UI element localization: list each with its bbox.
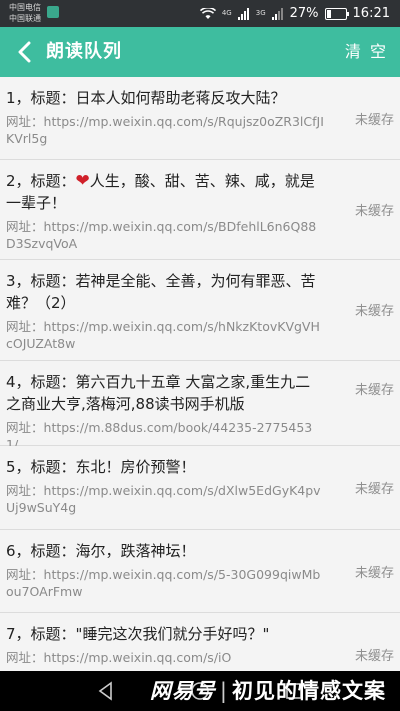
signal-2-icon [271,7,283,20]
url-label: 网址： [6,319,44,334]
item-title: 1，标题：日本人如何帮助老蒋反攻大陆？ [6,89,286,107]
item-title: 5，标题：东北！房价预警！ [6,458,196,476]
cache-status: 未缓存 [354,304,394,319]
item-title: 3，标题：若神是全能、全善，为何有罪恶、苦难？（2） [6,272,316,312]
item-url: 网址：https://mp.weixin.qq.com/s/iO [6,649,324,666]
url-label: 网址： [6,420,44,435]
reading-queue-list[interactable]: 1，标题：日本人如何帮助老蒋反攻大陆？ 网址：https://mp.weixin… [0,77,400,671]
queue-item[interactable]: 3，标题：若神是全能、全善，为何有罪恶、苦难？（2） 网址：https://mp… [0,260,400,361]
wifi-icon [199,7,216,19]
url-label: 网址： [6,219,44,234]
clear-button[interactable]: 清 空 [345,27,388,77]
url-value: https://mp.weixin.qq.com/s/iO [43,650,232,665]
item-title: 2，标题：❤人生，酸、甜、苦、辣、咸，就是一辈子！ [6,170,324,214]
url-value: https://mp.weixin.qq.com/s/5-30G099qiwMb… [6,567,321,599]
item-title: 6，标题：海尔，跌落神坛！ [6,542,196,560]
cache-status: 未缓存 [354,113,394,128]
item-url: 网址：https://mp.weixin.qq.com/s/5-30G099qi… [6,566,324,600]
app-bar: 朗读队列 清 空 [0,27,400,77]
url-label: 网址： [6,567,44,582]
cache-status: 未缓存 [354,649,394,664]
status-icons: 4G 3G 27% 16:21 [199,5,390,22]
url-label: 网址： [6,483,44,498]
item-title-prefix: 2，标题： [6,172,76,190]
item-url: 网址：https://mp.weixin.qq.com/s/Rqujsz0oZR… [6,113,324,147]
app-notification-icon [47,6,59,18]
url-value: https://mp.weixin.qq.com/s/BDfehlL6n6Q88… [6,219,317,251]
cache-status: 未缓存 [354,482,394,497]
status-bar: 中国电信 中国联通 4G 3G 27% 16:21 [0,0,400,27]
queue-item[interactable]: 2，标题：❤人生，酸、甜、苦、辣、咸，就是一辈子！ 网址：https://mp.… [0,160,400,260]
queue-item[interactable]: 1，标题：日本人如何帮助老蒋反攻大陆？ 网址：https://mp.weixin… [0,77,400,160]
item-url: 网址：https://mp.weixin.qq.com/s/BDfehlL6n6… [6,218,324,252]
item-title: 7，标题："睡完这次我们就分手好吗？" [6,625,270,643]
url-label: 网址： [6,650,44,665]
signal-1-icon [237,7,249,20]
url-value: https://mp.weixin.qq.com/s/dXlw5EdGyK4pv… [6,483,321,515]
carrier-1: 中国电信 [9,3,41,12]
chevron-left-icon [18,41,31,63]
queue-item[interactable]: 7，标题："睡完这次我们就分手好吗？" 网址：https://mp.weixin… [0,613,400,671]
url-value: https://mp.weixin.qq.com/s/Rqujsz0oZR3lC… [6,114,324,146]
page-title: 朗读队列 [46,41,122,62]
item-title: 4，标题：第六百九十五章 大富之家,重生九二之商业大亨,落梅河,88读书网手机版 [6,373,311,413]
back-button[interactable] [10,38,38,66]
watermark-logo: 网易号 [149,679,216,703]
cache-status: 未缓存 [354,566,394,581]
watermark-separator: | [219,679,228,703]
battery-percent: 27% [289,6,319,21]
url-label: 网址： [6,114,44,129]
screen: 中国电信 中国联通 4G 3G 27% 16:21 朗读队列 清 空 1，标题：… [0,0,400,711]
system-nav-bar: 网易号 | 初见的情感文案 [0,671,400,711]
watermark-text: 初见的情感文案 [232,679,386,703]
watermark: 网易号 | 初见的情感文案 [150,675,386,705]
queue-item[interactable]: 6，标题：海尔，跌落神坛！ 网址：https://mp.weixin.qq.co… [0,530,400,613]
signal-2-label: 3G [255,9,266,17]
clock: 16:21 [352,6,390,21]
cache-status: 未缓存 [354,383,394,398]
queue-item[interactable]: 5，标题：东北！房价预警！ 网址：https://mp.weixin.qq.co… [0,446,400,530]
item-url: 网址：https://mp.weixin.qq.com/s/hNkzKtovKV… [6,318,324,352]
battery-icon [324,7,349,20]
cache-status: 未缓存 [354,204,394,219]
signal-1-label: 4G [221,9,232,17]
carrier-info: 中国电信 中国联通 [9,2,41,24]
nav-back-icon[interactable] [95,681,117,701]
carrier-2: 中国联通 [9,14,41,23]
queue-item[interactable]: 4，标题：第六百九十五章 大富之家,重生九二之商业大亨,落梅河,88读书网手机版… [0,361,400,452]
heart-icon: ❤ [75,171,90,191]
url-value: https://mp.weixin.qq.com/s/hNkzKtovKVgVH… [6,319,320,351]
item-url: 网址：https://mp.weixin.qq.com/s/dXlw5EdGyK… [6,482,324,516]
battery-level [326,9,332,18]
